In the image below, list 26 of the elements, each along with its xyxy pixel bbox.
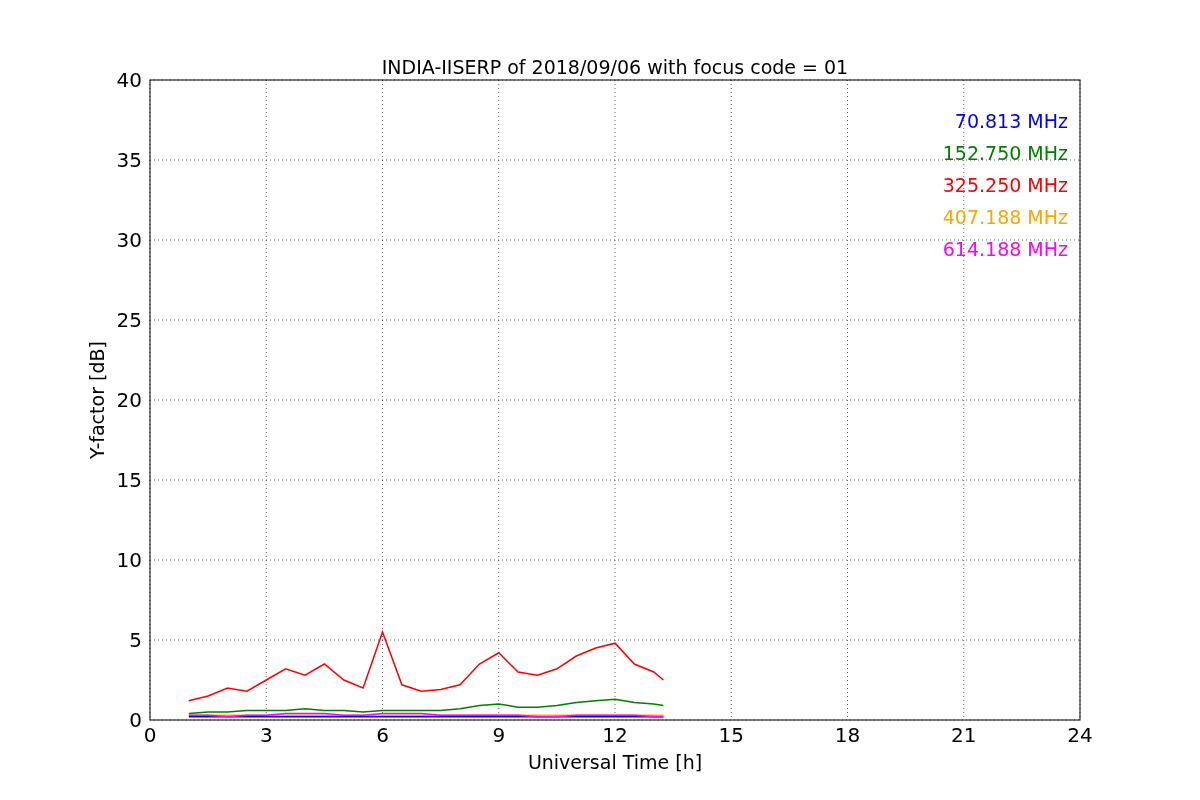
y-tick-label: 5 bbox=[129, 628, 142, 652]
y-tick-label: 20 bbox=[116, 388, 142, 412]
legend-label: 325.250 MHz bbox=[942, 174, 1068, 196]
y-tick-label: 0 bbox=[129, 708, 142, 732]
y-axis-label: Y-factor [dB] bbox=[86, 341, 108, 459]
x-tick-label: 15 bbox=[718, 723, 744, 747]
x-tick-label: 18 bbox=[834, 723, 861, 747]
x-tick-label: 0 bbox=[143, 723, 157, 747]
y-tick-label: 25 bbox=[116, 308, 142, 332]
y-tick-label: 35 bbox=[116, 148, 142, 172]
x-tick-label: 12 bbox=[602, 723, 628, 747]
legend-label: 614.188 MHz bbox=[942, 238, 1068, 260]
y-tick-label: 15 bbox=[116, 468, 142, 492]
legend-label: 407.188 MHz bbox=[942, 206, 1068, 228]
y-tick-label: 30 bbox=[116, 228, 142, 252]
x-tick-label: 3 bbox=[259, 723, 273, 747]
y-tick-label: 40 bbox=[116, 68, 142, 92]
chart-title: INDIA-IISERP of 2018/09/06 with focus code = 01 bbox=[381, 56, 849, 78]
x-tick-label: 6 bbox=[376, 723, 389, 747]
x-tick-label: 9 bbox=[492, 723, 506, 747]
x-tick-label: 24 bbox=[1067, 723, 1093, 747]
x-axis-label: Universal Time [h] bbox=[527, 751, 703, 773]
legend-label: 152.750 MHz bbox=[942, 142, 1068, 164]
legend-label: 70.813 MHz bbox=[954, 110, 1068, 132]
y-tick-label: 10 bbox=[116, 548, 142, 572]
x-tick-label: 21 bbox=[951, 723, 977, 747]
